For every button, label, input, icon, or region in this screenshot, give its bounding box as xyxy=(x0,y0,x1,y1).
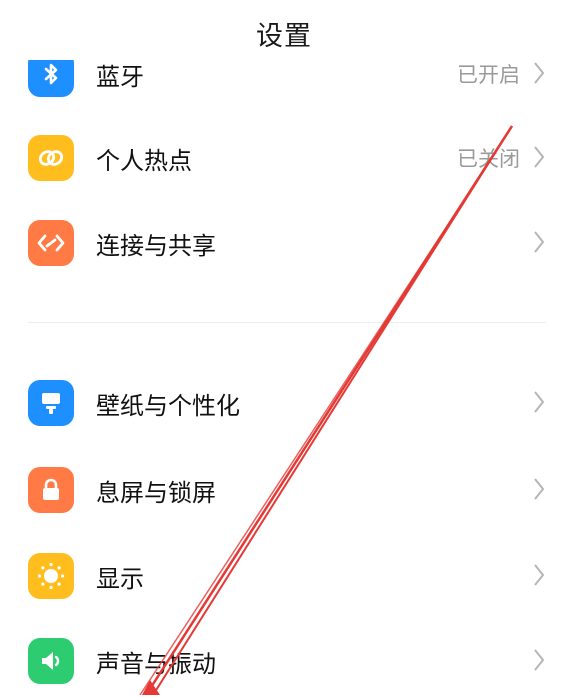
chevron-right-icon xyxy=(534,649,545,671)
chevron-right-icon xyxy=(534,391,545,413)
settings-row-lock-screen[interactable]: 息屏与锁屏 xyxy=(0,454,568,526)
section-divider xyxy=(28,322,546,323)
settings-row-label: 蓝牙 xyxy=(96,63,144,91)
chevron-right-icon xyxy=(534,146,545,168)
speaker-icon xyxy=(28,638,74,684)
settings-row-label: 声音与振动 xyxy=(96,650,216,678)
settings-row-label: 显示 xyxy=(96,565,144,593)
settings-row-sound-vibration[interactable]: 声音与振动 xyxy=(0,625,568,697)
connection-share-icon xyxy=(28,220,74,266)
settings-row-wallpaper[interactable]: 壁纸与个性化 xyxy=(0,367,568,439)
page-title: 设置 xyxy=(256,21,312,52)
settings-row-value: 已开启 xyxy=(457,63,520,87)
lock-icon xyxy=(28,467,74,513)
settings-row-connection-share[interactable]: 连接与共享 xyxy=(0,207,568,279)
settings-row-personal-hotspot[interactable]: 个人热点 已关闭 xyxy=(0,122,568,194)
settings-row-value: 已关闭 xyxy=(457,147,520,171)
chevron-right-icon xyxy=(534,62,545,84)
settings-row-label: 壁纸与个性化 xyxy=(96,392,240,420)
settings-row-label: 息屏与锁屏 xyxy=(96,479,216,507)
chevron-right-icon xyxy=(534,231,545,253)
chevron-right-icon xyxy=(534,478,545,500)
display-sun-icon xyxy=(28,553,74,599)
settings-row-display[interactable]: 显示 xyxy=(0,540,568,612)
settings-row-label: 个人热点 xyxy=(96,147,192,175)
wallpaper-icon xyxy=(28,380,74,426)
header: 设置 xyxy=(0,0,568,60)
chevron-right-icon xyxy=(534,564,545,586)
settings-row-label: 连接与共享 xyxy=(96,232,216,260)
hotspot-icon xyxy=(28,135,74,181)
